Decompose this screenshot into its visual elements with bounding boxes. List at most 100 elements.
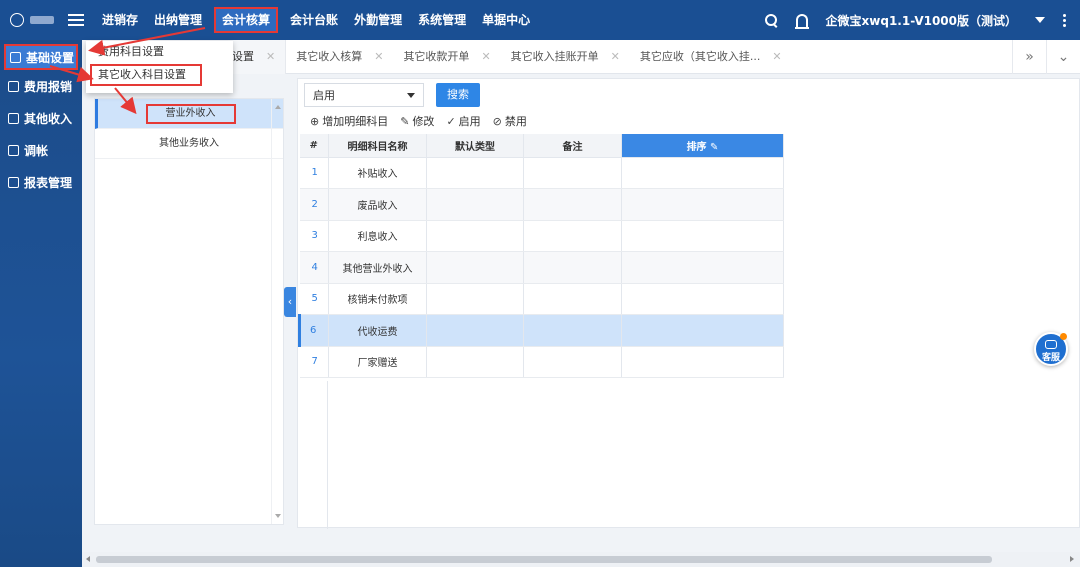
tabs-scroll-right-icon[interactable]: » (1012, 39, 1046, 74)
row-default-type (426, 220, 524, 252)
tab-label: 其它收入核算 (296, 49, 363, 63)
row-remark (523, 283, 622, 315)
sidebar: 基础设置 费用报销 其他收入 调帐 报表管理 (0, 40, 82, 567)
nav-inventory[interactable]: 进销存 (94, 0, 146, 40)
column-header-sort-label: 排序 (686, 141, 707, 153)
sidebar-item-basic-settings[interactable]: 基础设置 (4, 44, 78, 70)
row-default-type (426, 346, 524, 378)
filter-bar: 启用 搜索 (304, 83, 480, 107)
row-default-type (426, 188, 524, 221)
close-icon[interactable]: ✕ (611, 40, 620, 74)
row-sort (621, 220, 784, 252)
table-row[interactable]: 5 核销未付款项 (299, 283, 784, 315)
scrollbar-thumb[interactable] (96, 556, 992, 563)
row-name: 利息收入 (328, 220, 427, 252)
more-icon[interactable] (1063, 13, 1066, 27)
close-icon[interactable]: ✕ (481, 40, 490, 74)
check-icon: ✓ (446, 114, 456, 128)
search-icon[interactable] (764, 13, 778, 27)
tree-item[interactable]: 其他业务收入 (95, 129, 283, 159)
row-index: 7 (299, 346, 329, 378)
table-row[interactable]: 1 补贴收入 (299, 157, 784, 189)
pencil-icon: ✎ (710, 141, 719, 153)
tab-label: 其它收入挂账开单 (510, 49, 599, 63)
tabs-dropdown-icon[interactable]: ⌄ (1046, 39, 1080, 74)
tab-other-receivable[interactable]: 其它应收（其它收入挂... ✕ (630, 40, 792, 74)
nav-field[interactable]: 外勤管理 (346, 0, 410, 40)
customer-service-label: 客服 (1041, 353, 1060, 363)
disable-button[interactable]: ⊘ 禁用 (493, 113, 527, 129)
nav-system[interactable]: 系统管理 (410, 0, 474, 40)
tab-other-receipt[interactable]: 其它收款开单 ✕ (393, 40, 500, 74)
bell-icon[interactable] (794, 13, 809, 29)
nav-accounting[interactable]: 会计核算 (214, 7, 279, 33)
sidebar-item-expense[interactable]: 费用报销 (0, 70, 82, 102)
tree-item[interactable]: 营业外收入 (95, 99, 283, 129)
submenu-other-income-subject[interactable]: 其它收入科目设置 (90, 64, 202, 86)
close-icon[interactable]: ✕ (772, 40, 781, 74)
tab-label: 设置 (232, 49, 254, 63)
nav-cashier[interactable]: 出纳管理 (146, 0, 210, 40)
sidebar-item-adjust[interactable]: 调帐 (0, 134, 82, 166)
scroll-left-icon[interactable] (86, 556, 90, 562)
enable-button[interactable]: ✓ 启用 (446, 113, 480, 129)
nav-documents[interactable]: 单据中心 (474, 0, 538, 40)
table-row-selected[interactable]: 6 代收运费 (298, 314, 784, 347)
table-row[interactable]: 2 废品收入 (299, 188, 784, 221)
row-sort (621, 251, 784, 284)
scroll-up-icon[interactable] (275, 105, 281, 109)
column-header-remark[interactable]: 备注 (523, 134, 622, 158)
sidebar-item-label: 基础设置 (26, 50, 75, 65)
tab-other-income-pending[interactable]: 其它收入挂账开单 ✕ (501, 40, 630, 74)
sidebar-item-label: 调帐 (24, 143, 49, 158)
row-name: 核销未付款项 (328, 283, 427, 315)
row-sort (621, 346, 784, 378)
tree-scrollbar[interactable] (271, 99, 283, 524)
column-header-index: # (299, 134, 329, 158)
sidebar-item-label: 报表管理 (24, 175, 73, 190)
tab-other-income-accounting[interactable]: 其它收入核算 ✕ (286, 40, 393, 74)
category-tree: 营业外收入 其他业务收入 (94, 98, 284, 525)
column-header-default-type[interactable]: 默认类型 (426, 134, 524, 158)
search-button[interactable]: 搜索 (436, 83, 480, 107)
company-name[interactable]: 企微宝xwq1.1-V1000版（测试） (826, 12, 1017, 29)
column-header-sort[interactable]: 排序 ✎ (621, 134, 784, 158)
sidebar-item-other-income[interactable]: 其他收入 (0, 102, 82, 134)
toolbar-label: 增加明细科目 (322, 115, 389, 128)
nav-ledger[interactable]: 会计台账 (282, 0, 346, 40)
customer-service-button[interactable]: 客服 (1034, 332, 1068, 366)
row-index: 5 (299, 283, 329, 315)
income-icon (8, 112, 19, 124)
chevron-down-icon[interactable] (1035, 17, 1045, 23)
horizontal-scrollbar[interactable] (82, 552, 1080, 567)
close-icon[interactable]: ✕ (266, 40, 275, 74)
scroll-down-icon[interactable] (275, 514, 281, 518)
table-row[interactable]: 3 利息收入 (299, 220, 784, 252)
column-header-name[interactable]: 明细科目名称 (328, 134, 427, 158)
tree-item-label: 营业外收入 (145, 104, 236, 124)
edit-button[interactable]: ✎ 修改 (400, 113, 434, 129)
toolbar-label: 禁用 (504, 115, 527, 128)
status-select[interactable]: 启用 (304, 83, 424, 107)
table-row[interactable]: 4 其他营业外收入 (299, 251, 784, 284)
add-detail-subject-button[interactable]: ⊕ 增加明细科目 (310, 113, 388, 129)
close-icon[interactable]: ✕ (374, 40, 383, 74)
row-index: 2 (299, 188, 329, 221)
collapse-panel-button[interactable]: ‹ (284, 287, 296, 317)
sidebar-item-reports[interactable]: 报表管理 (0, 166, 82, 198)
row-remark (523, 188, 622, 221)
row-name: 其他营业外收入 (328, 251, 427, 284)
table-row[interactable]: 7 厂家赠送 (299, 346, 784, 378)
scroll-right-icon[interactable] (1070, 556, 1074, 562)
index-column-divider (327, 381, 328, 529)
toolbar-label: 启用 (458, 115, 481, 128)
status-select-value: 启用 (313, 89, 335, 102)
user-menu[interactable] (0, 13, 64, 27)
submenu-popup: 费用科目设置 其它收入科目设置 (86, 41, 233, 93)
main-panel: 启用 搜索 ⊕ 增加明细科目 ✎ 修改 ✓ 启用 ⊘ 禁用 # 明细科目名称 默… (297, 78, 1080, 529)
toolbar-label: 修改 (412, 115, 435, 128)
submenu-expense-subject[interactable]: 费用科目设置 (86, 41, 233, 63)
row-remark (523, 157, 622, 189)
main-nav: 进销存 出纳管理 会计核算 会计台账 外勤管理 系统管理 单据中心 (94, 0, 538, 40)
menu-toggle-icon[interactable] (68, 14, 84, 26)
